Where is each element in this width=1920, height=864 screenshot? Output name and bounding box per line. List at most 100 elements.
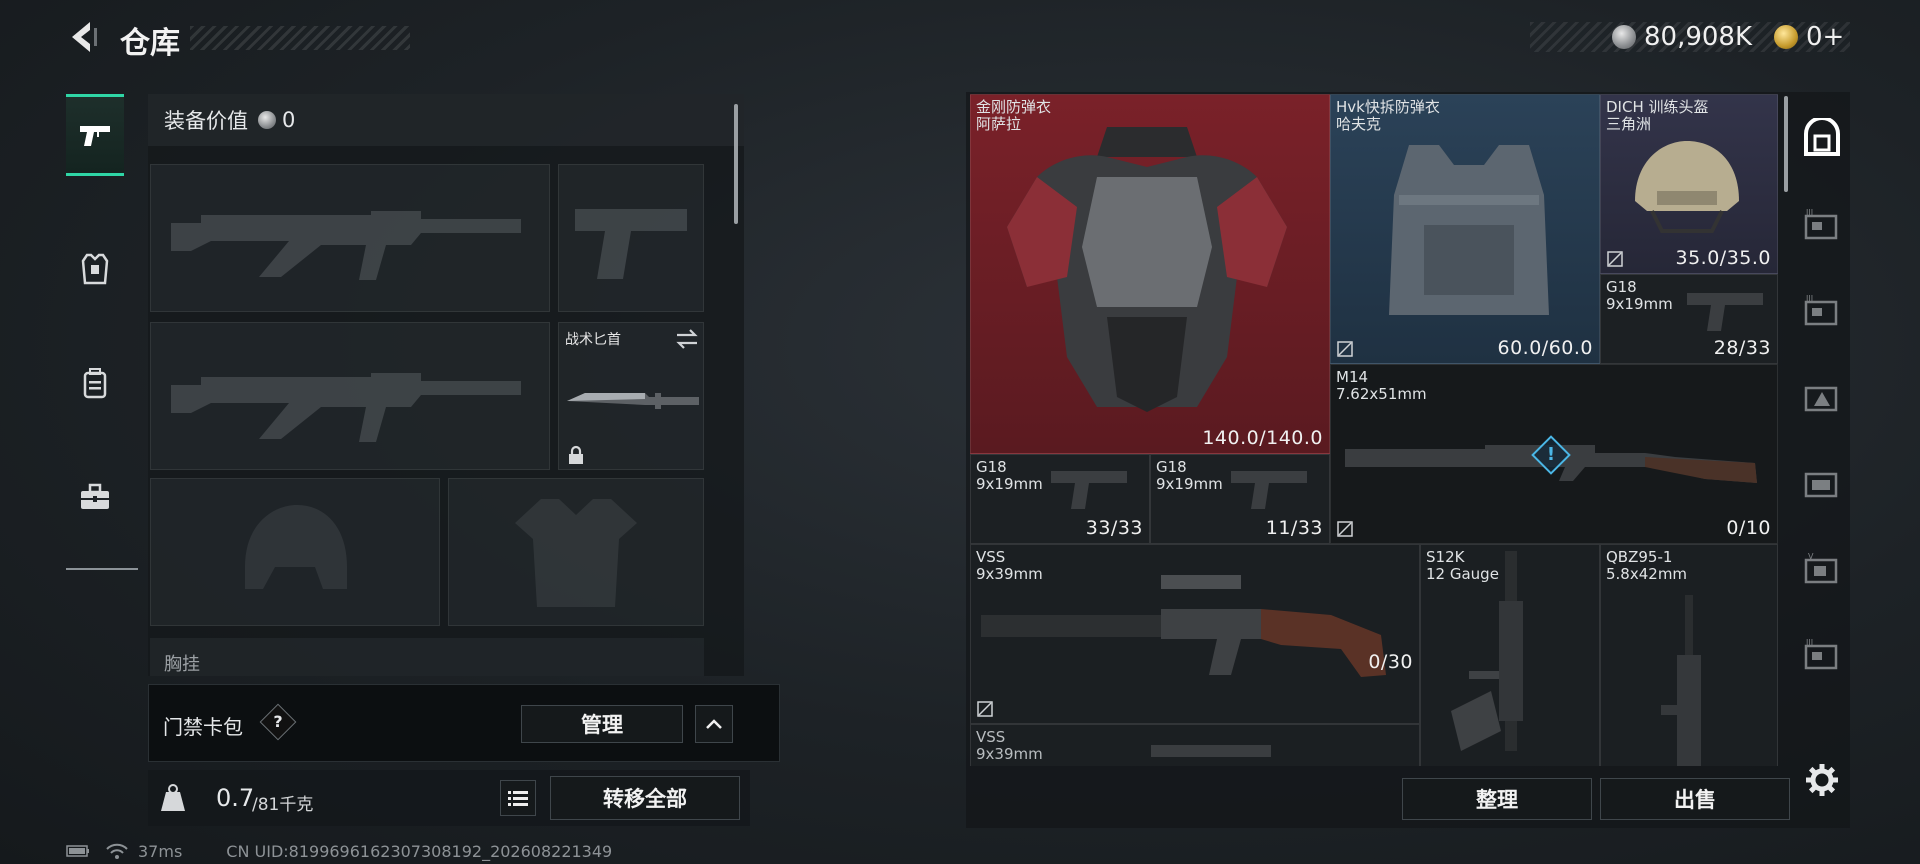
ammo-count: 28/33: [1713, 337, 1771, 359]
storage-tab-icon: III: [1804, 638, 1838, 670]
item-subtitle: 哈夫克: [1336, 115, 1382, 133]
list-icon: [508, 791, 528, 806]
backpack-icon: [83, 368, 107, 399]
weight-bar: 0.7 /81千克 转移全部: [148, 770, 750, 826]
back-button[interactable]: [66, 18, 104, 56]
item-subtitle: 7.62x51mm: [1336, 385, 1427, 403]
silver-amount: 80,908K: [1644, 22, 1753, 52]
keycard-bar: 门禁卡包 ? 管理: [148, 684, 780, 762]
vss-rifle-image: [981, 575, 1386, 677]
rail-tab-safe-box[interactable]: [1794, 106, 1850, 170]
rifle-silhouette-icon: [171, 211, 521, 280]
stash-item[interactable]: VSS 9x39mm: [970, 724, 1420, 766]
lock-icon: [569, 445, 583, 464]
loadout-scrollbar[interactable]: [734, 104, 738, 224]
stash-item[interactable]: VSS 9x39mm 0/30: [970, 544, 1420, 724]
toolbox-icon: [81, 483, 109, 509]
stash-item[interactable]: M14 7.62x51mm ! 0/10: [1330, 364, 1778, 544]
secondary-weapon-slot[interactable]: [150, 322, 550, 470]
item-name: DICH 训练头盔: [1606, 98, 1709, 116]
s12k-shotgun-image: [1451, 551, 1523, 751]
stash-item[interactable]: 金刚防弹衣 阿萨拉 140.0/140.0: [970, 94, 1330, 454]
stash-item[interactable]: G18 9x19mm 33/33: [970, 454, 1150, 544]
rail-tab-toolbox[interactable]: [66, 456, 124, 538]
g18-pistol-image: [1051, 471, 1127, 509]
item-durability: 140.0/140.0: [1202, 427, 1323, 449]
settings-button[interactable]: [1804, 762, 1840, 798]
rail-tab-backpack[interactable]: [66, 342, 124, 424]
user-uid: CN UID:8199696162307308192_202608221349: [226, 841, 613, 861]
stash-item[interactable]: QBZ95-1 5.8x42mm: [1600, 544, 1778, 766]
expand-button[interactable]: [695, 705, 733, 743]
weight-current: 0.7: [216, 784, 255, 812]
plate-carrier-image: [1389, 145, 1549, 315]
stash-scrollbar[interactable]: [1784, 96, 1788, 192]
alert-mark: !: [1546, 444, 1556, 465]
svg-text:III: III: [1806, 208, 1813, 217]
stash-item[interactable]: G18 9x19mm 11/33: [1150, 454, 1330, 544]
keycard-label: 门禁卡包: [163, 715, 243, 739]
item-subtitle: 5.8x42mm: [1606, 565, 1688, 583]
primary-weapon-slot[interactable]: [150, 164, 550, 312]
item-name: G18: [1606, 278, 1637, 296]
melee-slot[interactable]: 战术匕首: [558, 322, 704, 470]
gold-currency[interactable]: 0+: [1774, 22, 1844, 52]
no-durability-loss-icon: [1337, 341, 1353, 357]
stash-item[interactable]: DICH 训练头盔 三角洲 35.0/35.0: [1600, 94, 1778, 274]
item-subtitle: 9x19mm: [1606, 295, 1673, 313]
rail-tab-storage-3[interactable]: III: [1794, 192, 1850, 256]
chest-rig-label: 胸挂: [164, 654, 200, 675]
manage-button[interactable]: 管理: [521, 705, 683, 743]
item-name: QBZ95-1: [1606, 548, 1673, 566]
stash-grid: 金刚防弹衣 阿萨拉 140.0/140.0 Hvk快拆防弹衣 哈夫克 60.0/60…: [970, 94, 1778, 766]
sidearm-slot[interactable]: [558, 164, 704, 312]
rail-tab-storage-4[interactable]: [1794, 364, 1850, 428]
safe-box-icon: [1804, 118, 1840, 156]
equip-value: 0: [282, 108, 296, 132]
rail-tab-armor[interactable]: [66, 228, 124, 310]
transfer-all-button[interactable]: 转移全部: [550, 776, 740, 820]
sell-button[interactable]: 出售: [1600, 778, 1790, 820]
silver-currency[interactable]: 80,908K: [1612, 22, 1752, 52]
rail-tab-storage-3b[interactable]: III: [1794, 278, 1850, 342]
rail-tab-storage-v[interactable]: V: [1794, 536, 1850, 600]
stash-item[interactable]: G18 9x19mm 28/33: [1600, 274, 1778, 364]
item-name: G18: [1156, 458, 1187, 476]
no-durability-loss-icon: [977, 701, 993, 717]
item-subtitle: 9x19mm: [976, 475, 1043, 493]
rail-tab-storage-5[interactable]: [1794, 450, 1850, 514]
pistol-icon: [80, 126, 110, 146]
back-arrow-icon: [72, 22, 97, 52]
item-name: VSS: [976, 728, 1006, 746]
item-durability: 35.0/35.0: [1675, 247, 1771, 269]
storage-tab-icon: [1804, 472, 1838, 498]
silver-coin-icon: [258, 111, 276, 129]
swap-arrows-icon[interactable]: [675, 329, 699, 349]
silver-coin-icon: [1612, 25, 1636, 49]
helmet-slot[interactable]: [150, 478, 440, 626]
equip-value-label: 装备价值: [164, 109, 248, 133]
knife-name: 战术匕首: [565, 332, 621, 348]
ammo-count: 33/33: [1085, 517, 1143, 539]
item-subtitle: 9x19mm: [1156, 475, 1223, 493]
rail-tab-storage-3c[interactable]: III: [1794, 622, 1850, 686]
settings-gear-icon: [1806, 764, 1838, 796]
item-name: VSS: [976, 548, 1006, 566]
weight-max: /81千克: [252, 795, 314, 815]
svg-text:III: III: [1806, 294, 1813, 303]
armor-slot[interactable]: [448, 478, 704, 626]
list-view-button[interactable]: [500, 780, 536, 816]
item-name: M14: [1336, 368, 1369, 386]
rail-tab-weapons[interactable]: [66, 94, 124, 176]
chest-rig-section[interactable]: 胸挂: [150, 638, 704, 676]
stash-item[interactable]: S12K 12 Gauge: [1420, 544, 1600, 766]
battery-icon: [66, 845, 89, 857]
storage-tab-icon: V: [1804, 552, 1838, 584]
g18-pistol-image: [1231, 471, 1307, 509]
stash-item[interactable]: Hvk快拆防弹衣 哈夫克 60.0/60.0: [1330, 94, 1600, 364]
gold-amount: 0+: [1806, 22, 1845, 52]
sort-button[interactable]: 整理: [1402, 778, 1592, 820]
status-bar: 37ms CN UID:8199696162307308192_20260822…: [66, 840, 766, 862]
svg-text:V: V: [1808, 552, 1814, 561]
weight-kg-icon: [161, 784, 185, 811]
